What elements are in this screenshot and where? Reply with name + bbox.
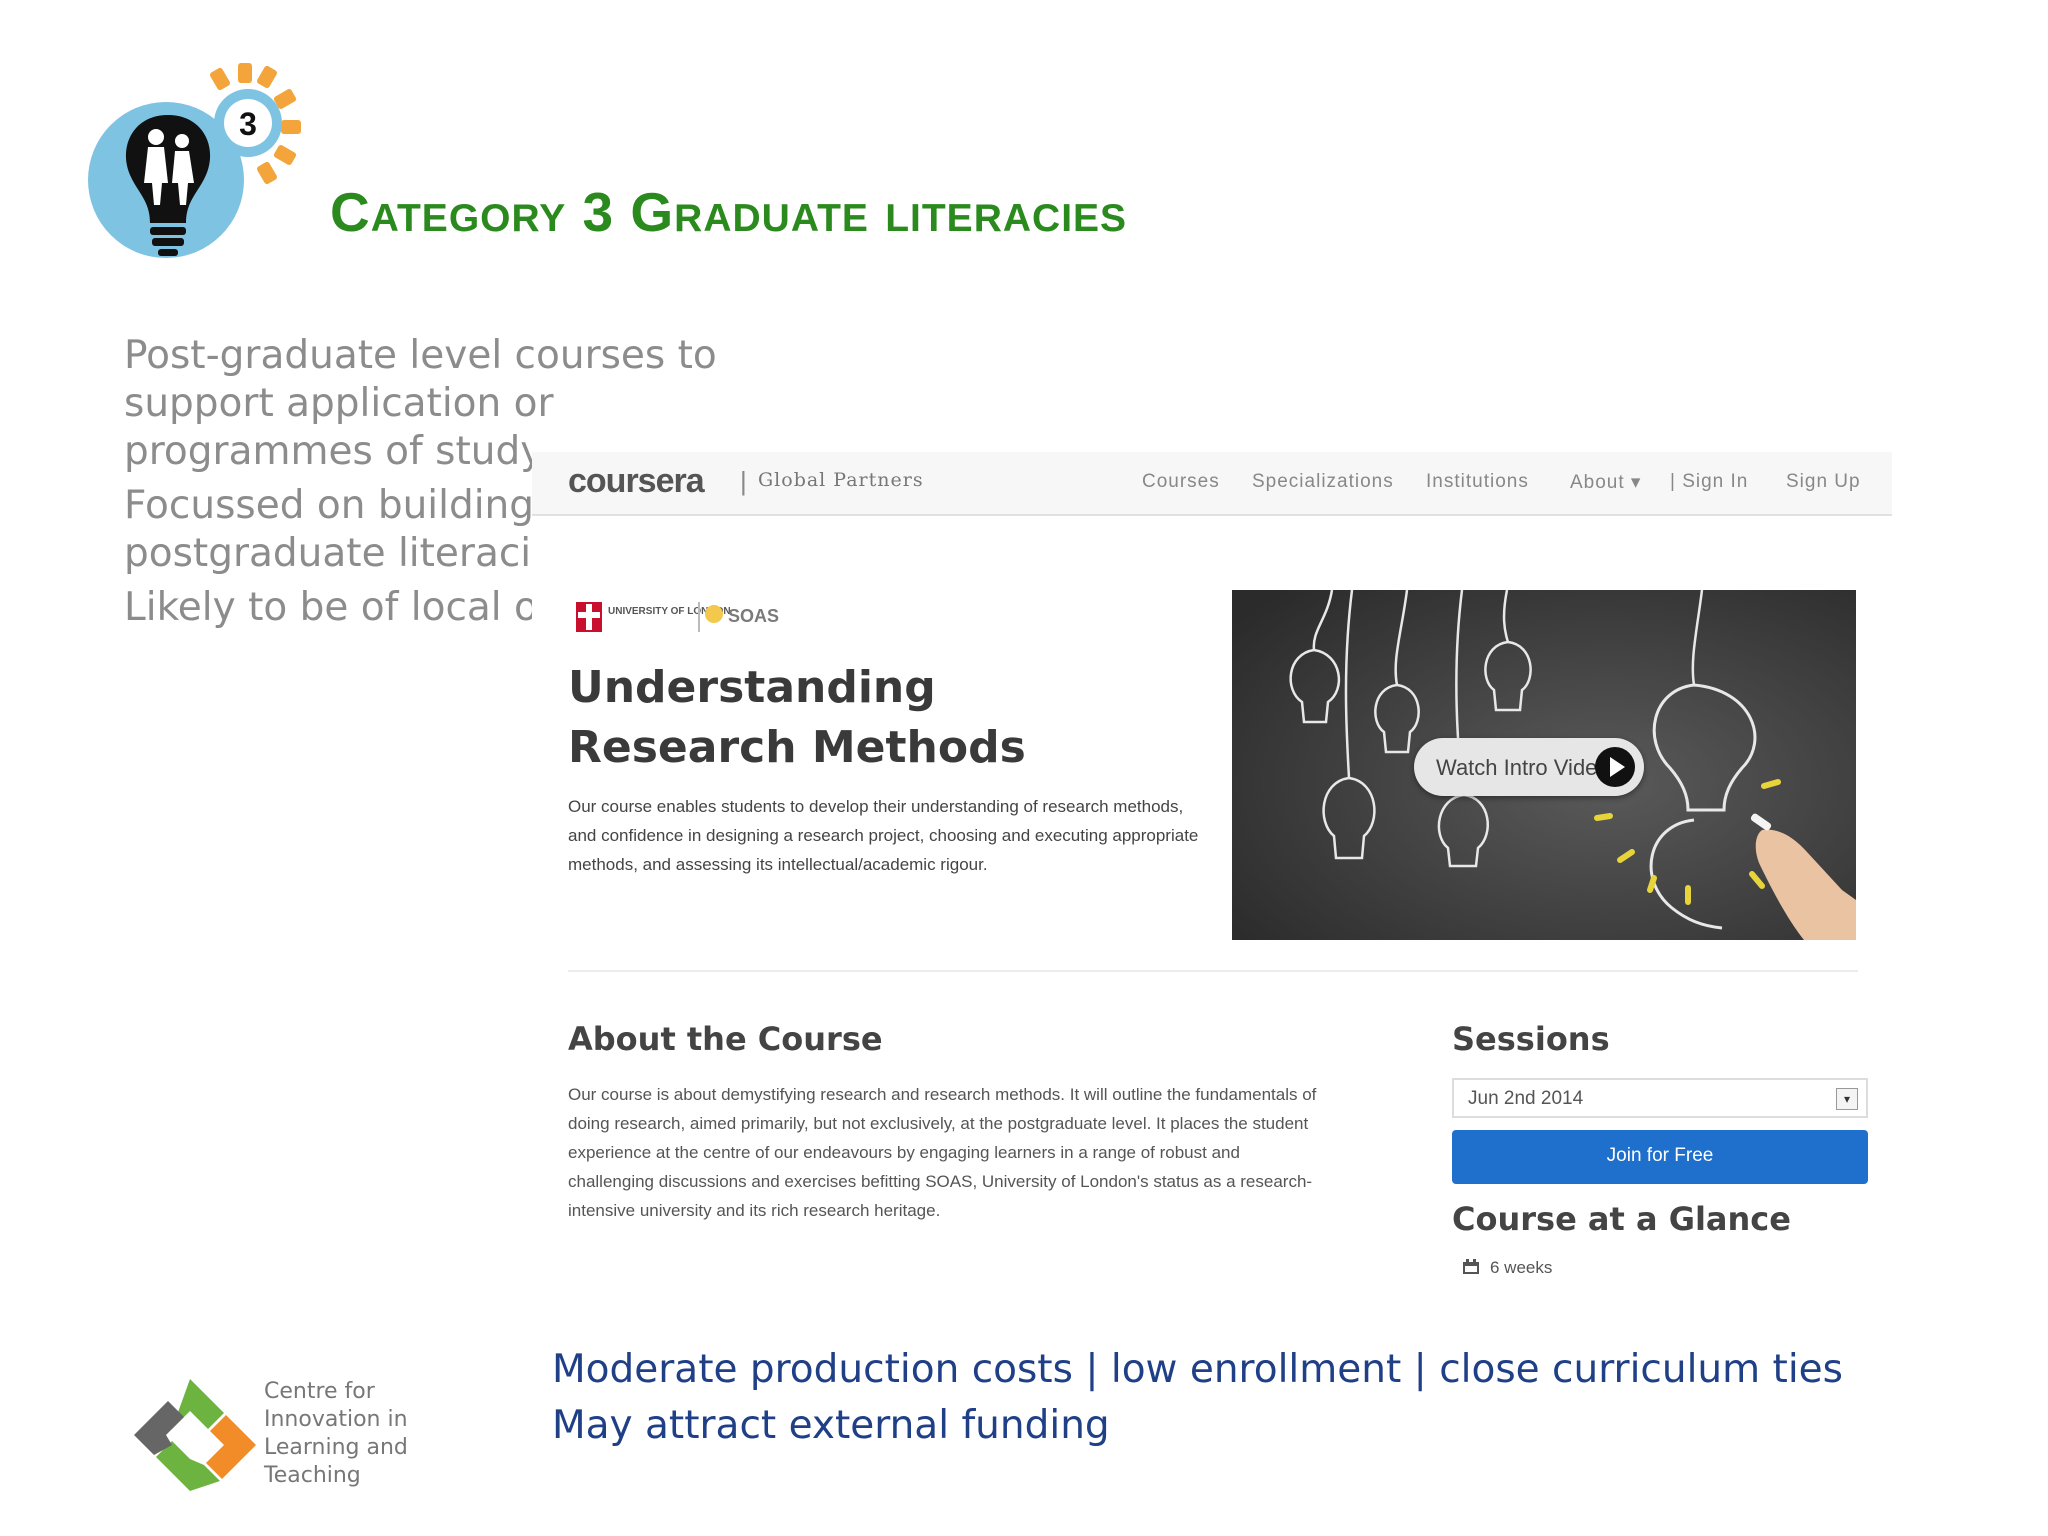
watch-intro-video-button[interactable]: Watch Intro Video bbox=[1414, 738, 1644, 796]
summary-line: May attract external funding bbox=[552, 1403, 1110, 1448]
nav-link-specializations[interactable]: Specializations bbox=[1252, 471, 1394, 493]
course-description: Our course enables students to develop t… bbox=[568, 797, 1199, 874]
intro-video-thumbnail[interactable]: Watch Intro Video bbox=[1232, 589, 1856, 940]
about-course-heading: About the Course bbox=[568, 1020, 883, 1058]
session-select[interactable]: Jun 2nd 2014 ▾ bbox=[1452, 1078, 1868, 1118]
nav-separator: | bbox=[740, 466, 747, 496]
citl-logo bbox=[134, 1379, 256, 1491]
coursera-navbar: coursera | Global Partners Courses Speci… bbox=[532, 452, 1892, 516]
session-selected-value: Jun 2nd 2014 bbox=[1468, 1088, 1584, 1109]
citl-name: Centre for Innovation in Learning and Te… bbox=[264, 1379, 408, 1488]
nav-link-sign-up[interactable]: Sign Up bbox=[1786, 471, 1861, 493]
watch-intro-video-label: Watch Intro Video bbox=[1436, 755, 1610, 780]
course-duration-value: 6 weeks bbox=[1490, 1258, 1553, 1277]
calendar-icon bbox=[1463, 1259, 1479, 1274]
slide-title: Category 3 Graduate literacies bbox=[330, 181, 1128, 243]
join-for-free-button[interactable]: Join for Free bbox=[1452, 1130, 1868, 1184]
about-course-text: Our course is about demystifying researc… bbox=[568, 1085, 1317, 1220]
soas-label: SOAS bbox=[728, 606, 779, 626]
nav-link-sign-in[interactable]: | Sign In bbox=[1670, 471, 1748, 493]
play-icon bbox=[1595, 747, 1635, 787]
summary-line: Moderate production costs | low enrollme… bbox=[552, 1347, 1843, 1392]
chevron-down-icon: ▾ bbox=[1836, 1088, 1858, 1110]
nav-link-courses[interactable]: Courses bbox=[1142, 471, 1220, 493]
nav-link-institutions[interactable]: Institutions bbox=[1426, 471, 1529, 493]
course-title: Understanding Research Methods bbox=[568, 662, 1026, 773]
join-for-free-label: Join for Free bbox=[1606, 1145, 1714, 1166]
summary-text: Moderate production costs | low enrollme… bbox=[552, 1342, 1843, 1454]
sessions-heading: Sessions bbox=[1452, 1020, 1610, 1058]
coursera-logo[interactable]: coursera bbox=[568, 462, 705, 501]
global-partners-label[interactable]: Global Partners bbox=[758, 469, 924, 491]
coursera-screenshot: coursera | Global Partners Courses Speci… bbox=[532, 440, 1892, 1280]
category-number: 3 bbox=[239, 106, 257, 142]
section-divider bbox=[568, 970, 1858, 972]
course-duration: 6 weeks bbox=[1462, 1258, 1552, 1278]
course-at-a-glance-heading: Course at a Glance bbox=[1452, 1200, 1791, 1238]
category-3-icon: 3 bbox=[88, 63, 301, 258]
nav-link-about[interactable]: About ▾ bbox=[1570, 471, 1641, 494]
university-logos: UNIVERSITY OF LONDON SOAS bbox=[576, 602, 779, 632]
